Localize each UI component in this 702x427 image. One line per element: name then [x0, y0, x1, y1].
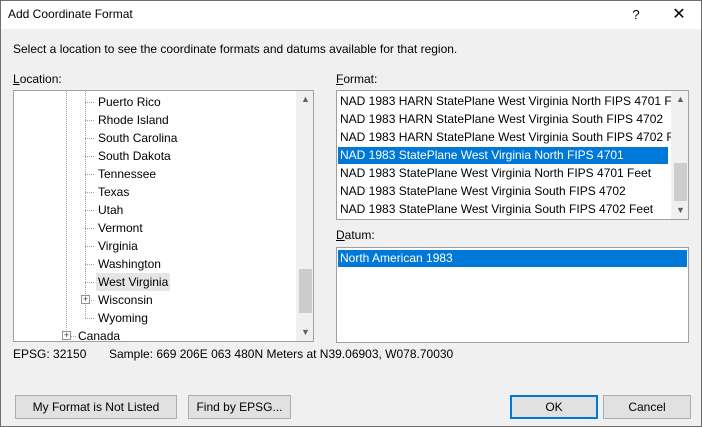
- tree-guide-line: [85, 156, 94, 157]
- instruction-text: Select a location to see the coordinate …: [13, 42, 458, 56]
- tree-item[interactable]: South Carolina: [14, 129, 294, 147]
- tree-guide-line: [85, 210, 94, 211]
- tree-item[interactable]: + Wisconsin: [14, 291, 294, 309]
- tree-item-label: Tennessee: [98, 167, 157, 181]
- dialog-title: Add Coordinate Format: [8, 7, 133, 21]
- format-label: Format:: [336, 72, 378, 86]
- find-by-epsg-button[interactable]: Find by EPSG...: [188, 395, 291, 419]
- tree-item-label: Virginia: [98, 239, 138, 253]
- tree-guide-line: [85, 282, 94, 283]
- tree-item-label: Wyoming: [98, 311, 148, 325]
- tree-item-label: South Carolina: [98, 131, 178, 145]
- expand-plus-icon[interactable]: +: [62, 331, 71, 340]
- tree-item[interactable]: Wyoming: [14, 309, 294, 327]
- location-tree[interactable]: Puerto Rico Rhode Island South Carolina Sou…: [13, 90, 314, 342]
- cancel-button[interactable]: Cancel: [603, 395, 691, 419]
- format-list[interactable]: NAD 1983 HARN StatePlane West Virginia N…: [336, 90, 689, 220]
- tree-guide-line: [85, 318, 94, 319]
- tree-item-label: Canada: [78, 329, 121, 342]
- tree-item[interactable]: Virginia: [14, 237, 294, 255]
- tree-guide-line: [85, 228, 94, 229]
- datum-list-item[interactable]: North American 1983: [338, 250, 687, 267]
- tree-item[interactable]: Tennessee: [14, 165, 294, 183]
- datum-label: Datum:: [336, 228, 375, 242]
- tree-item[interactable]: South Dakota: [14, 147, 294, 165]
- tree-item[interactable]: Vermont: [14, 219, 294, 237]
- format-list-item[interactable]: NAD 1983 StatePlane West Virginia North …: [338, 147, 668, 164]
- format-scrollbar[interactable]: ▲ ▼: [671, 91, 688, 219]
- tree-item-canada[interactable]: + Canada: [14, 327, 294, 342]
- tree-item[interactable]: West Virginia: [14, 273, 294, 291]
- datum-list[interactable]: North American 1983: [336, 247, 689, 343]
- epsg-code: EPSG: 32150: [13, 347, 87, 361]
- format-list-item[interactable]: NAD 1983 HARN StatePlane West Virginia S…: [338, 129, 688, 146]
- format-list-item[interactable]: NAD 1983 HARN StatePlane West Virginia N…: [338, 93, 688, 110]
- add-coordinate-format-dialog: Add Coordinate Format ? ✕ Select a locat…: [0, 0, 702, 427]
- my-format-not-listed-button[interactable]: My Format is Not Listed: [15, 395, 177, 419]
- tree-item-label: Washington: [98, 257, 161, 271]
- location-scrollbar[interactable]: ▲ ▼: [296, 91, 313, 341]
- tree-item[interactable]: Rhode Island: [14, 111, 294, 129]
- tree-item-label: Utah: [98, 203, 124, 217]
- tree-item[interactable]: Washington: [14, 255, 294, 273]
- format-list-item[interactable]: NAD 1983 HARN StatePlane West Virginia S…: [338, 111, 668, 128]
- scroll-down-arrow-icon[interactable]: ▼: [672, 202, 688, 219]
- help-button[interactable]: ?: [621, 1, 651, 29]
- tree-guide-line: [85, 174, 94, 175]
- sample-coordinate: Sample: 669 206E 063 480N Meters at N39.…: [109, 347, 454, 361]
- tree-guide-line: [85, 264, 94, 265]
- location-scroll-thumb[interactable]: [299, 269, 312, 313]
- format-list-item[interactable]: NAD 1983 StatePlane West Virginia South …: [338, 201, 668, 218]
- tree-item-label: South Dakota: [98, 149, 171, 163]
- tree-item[interactable]: Puerto Rico: [14, 93, 294, 111]
- format-list-item[interactable]: NAD 1983 StatePlane West Virginia North …: [338, 165, 668, 182]
- title-bar: Add Coordinate Format ? ✕: [1, 1, 701, 29]
- expand-plus-icon[interactable]: +: [81, 295, 90, 304]
- tree-guide-line: [85, 120, 94, 121]
- tree-item[interactable]: Texas: [14, 183, 294, 201]
- close-button[interactable]: ✕: [657, 1, 701, 29]
- tree-item[interactable]: Utah: [14, 201, 294, 219]
- location-label: Location:: [13, 72, 62, 86]
- tree-guide-line: [85, 138, 94, 139]
- tree-guide-line: [85, 102, 94, 103]
- ok-button[interactable]: OK: [510, 395, 598, 419]
- format-list-item[interactable]: Universal Transverse Mercator (Meters): [338, 219, 668, 220]
- tree-item-label: Puerto Rico: [98, 95, 161, 109]
- scroll-up-arrow-icon[interactable]: ▲: [672, 91, 688, 108]
- format-scroll-thumb[interactable]: [674, 163, 687, 201]
- tree-guide-line: [85, 246, 94, 247]
- tree-item-label: West Virginia: [96, 273, 171, 291]
- tree-item-label: Rhode Island: [98, 113, 169, 127]
- format-list-item[interactable]: NAD 1983 StatePlane West Virginia South …: [338, 183, 668, 200]
- scroll-down-arrow-icon[interactable]: ▼: [297, 324, 313, 341]
- tree-guide-line: [85, 192, 94, 193]
- tree-item-label: Texas: [98, 185, 130, 199]
- tree-item-label: Vermont: [98, 221, 143, 235]
- tree-item-label: Wisconsin: [98, 293, 153, 307]
- scroll-up-arrow-icon[interactable]: ▲: [297, 91, 313, 108]
